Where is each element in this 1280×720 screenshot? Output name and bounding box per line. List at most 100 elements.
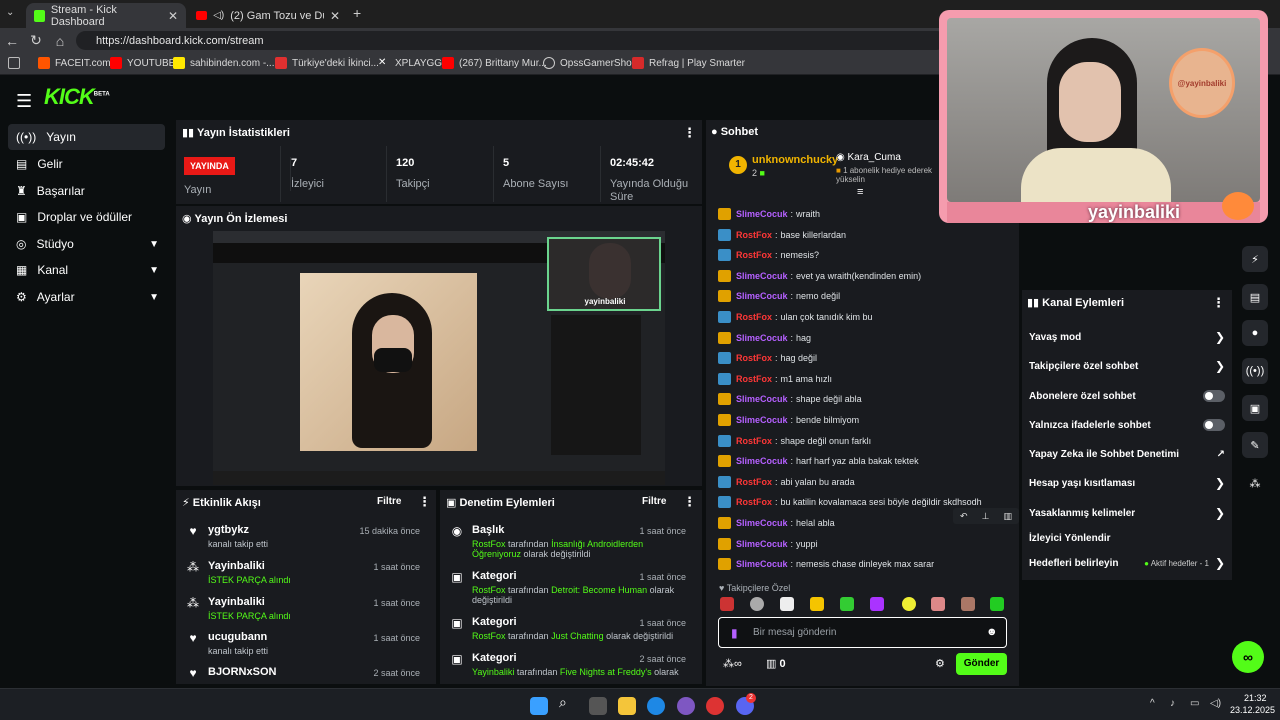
tab-list-icon[interactable]: ⌄ bbox=[6, 7, 14, 18]
sidebar-item-ayarlar[interactable]: ⚙ Ayarlar ▼ bbox=[8, 284, 165, 310]
chat-username[interactable]: SlimeCocuk bbox=[736, 271, 788, 281]
chat-message[interactable]: SlimeCocuk: wraith bbox=[718, 206, 820, 222]
emote-icon[interactable] bbox=[750, 597, 764, 611]
volume-icon[interactable]: ◁) bbox=[1210, 698, 1221, 709]
channel-action-item[interactable]: Takipçilere özel sohbet ❯ bbox=[1029, 359, 1225, 373]
channel-action-item[interactable]: Abonelere özel sohbet bbox=[1029, 389, 1225, 403]
tab-youtube[interactable]: ◁) (2) Gam Tozu ve Dünyanın N... ✕ bbox=[188, 3, 348, 28]
moderation-user[interactable]: RostFox bbox=[472, 631, 506, 641]
moderation-filter-button[interactable]: Filtre bbox=[642, 496, 666, 507]
network-icon[interactable]: ▭ bbox=[1190, 698, 1199, 709]
url-input[interactable]: https://dashboard.kick.com/stream bbox=[76, 31, 946, 50]
tab-kick-dashboard[interactable]: Stream - Kick Dashboard ✕ bbox=[26, 3, 186, 28]
moderation-user[interactable]: RostFox bbox=[472, 585, 506, 595]
toggle-switch[interactable] bbox=[1203, 390, 1225, 402]
channel-action-item[interactable]: Hesap yaşı kısıtlaması ❯ bbox=[1029, 476, 1225, 490]
microphone-tray-icon[interactable]: ♪ bbox=[1170, 698, 1175, 709]
quick-action-clip-icon[interactable]: ▤ bbox=[1242, 284, 1268, 310]
bookmark-refrag[interactable]: Refrag | Play Smarter bbox=[632, 57, 745, 69]
chat-message[interactable]: SlimeCocuk: harf harf yaz abla bakak tek… bbox=[718, 453, 919, 469]
emote-icon[interactable] bbox=[990, 597, 1004, 611]
quick-action-chat-icon[interactable]: ● bbox=[1242, 320, 1268, 346]
chat-message[interactable]: RostFox: hag değil bbox=[718, 350, 817, 366]
kick-logo[interactable]: KICKBETA bbox=[44, 84, 110, 110]
chat-username[interactable]: SlimeCocuk bbox=[736, 559, 788, 569]
activity-user[interactable]: Yayinbaliki bbox=[208, 596, 291, 608]
moderation-user[interactable]: Yayinbaliki bbox=[472, 667, 514, 677]
chat-message[interactable]: SlimeCocuk: helal abla bbox=[718, 515, 835, 531]
stats-menu-icon[interactable]: ⋮ bbox=[683, 125, 696, 141]
quick-action-broadcast-icon[interactable]: ((•)) bbox=[1242, 358, 1268, 384]
bookmark-opssgamershop[interactable]: OpssGamerShop bbox=[543, 57, 637, 69]
new-tab-icon[interactable]: + bbox=[353, 5, 361, 21]
chat-input[interactable]: ▮ Bir mesaj gönderin ☻ bbox=[718, 617, 1007, 648]
channel-actions-menu-icon[interactable]: ⋮ bbox=[1212, 295, 1225, 311]
activity-filter-button[interactable]: Filtre bbox=[377, 496, 401, 507]
chat-message[interactable]: RostFox: bu katilin kovalamaca sesi böyl… bbox=[718, 494, 982, 510]
sidebar-item-droplar[interactable]: ▣ Droplar ve ödüller bbox=[8, 204, 165, 230]
channel-action-item[interactable]: Yavaş mod ❯ bbox=[1029, 330, 1225, 344]
clock-time[interactable]: 21:32 bbox=[1244, 693, 1267, 703]
start-icon[interactable] bbox=[530, 697, 548, 715]
emote-icon[interactable] bbox=[870, 597, 884, 611]
close-tab-icon[interactable]: ✕ bbox=[168, 9, 178, 23]
chat-username[interactable]: SlimeCocuk bbox=[736, 415, 788, 425]
channel-action-item[interactable]: Hedefleri belirleyin ● Aktif hedefler - 1… bbox=[1029, 556, 1225, 570]
chat-message[interactable]: SlimeCocuk: nemesis chase dinleyek max s… bbox=[718, 556, 934, 572]
channel-action-item[interactable]: Yapay Zeka ile Sohbet Denetimi ↗ bbox=[1029, 447, 1225, 461]
chat-username[interactable]: RostFox bbox=[736, 477, 772, 487]
search-icon[interactable]: ⌕ bbox=[559, 694, 577, 712]
home-icon[interactable]: ⌂ bbox=[48, 33, 72, 49]
toggle-switch[interactable] bbox=[1203, 419, 1225, 431]
sidebar-item-basarilar[interactable]: ♜ Başarılar bbox=[8, 178, 165, 204]
sidebar-item-kanal[interactable]: ▦ Kanal ▼ bbox=[8, 257, 165, 283]
rewards-counter[interactable]: ▥ 0 bbox=[766, 657, 786, 670]
chat-message[interactable]: SlimeCocuk: shape değil abla bbox=[718, 391, 862, 407]
bookmark-brittany[interactable]: (267) Brittany Mur... bbox=[442, 57, 547, 69]
sidebar-item-gelir[interactable]: ▤ Gelir bbox=[8, 151, 165, 177]
channel-action-item[interactable]: Yalnızca ifadelerle sohbet bbox=[1029, 418, 1225, 432]
emote-icon[interactable] bbox=[780, 597, 794, 611]
bookmark-xplaygg[interactable]: ✕ XPLAYGG bbox=[378, 57, 442, 69]
chat-username[interactable]: RostFox bbox=[736, 374, 772, 384]
chat-username[interactable]: SlimeCocuk bbox=[736, 291, 788, 301]
chat-collapse-icon[interactable]: ≡ bbox=[857, 186, 863, 198]
moderation-menu-icon[interactable]: ⋮ bbox=[683, 494, 696, 510]
activity-user[interactable]: ygtbykz bbox=[208, 524, 268, 536]
activity-user[interactable]: ucugubann bbox=[208, 631, 268, 643]
send-button[interactable]: Gönder bbox=[956, 653, 1007, 675]
chat-username[interactable]: RostFox bbox=[736, 353, 772, 363]
back-icon[interactable]: ← bbox=[0, 33, 24, 49]
support-button[interactable]: ∞ bbox=[1232, 641, 1264, 673]
close-tab-icon[interactable]: ✕ bbox=[330, 9, 340, 23]
chat-message[interactable]: RostFox: ulan çok tanıdık kim bu bbox=[718, 309, 873, 325]
file-explorer-icon[interactable] bbox=[618, 697, 636, 715]
activity-user[interactable]: Yayinbaliki bbox=[208, 560, 291, 572]
bookmark-sahibinden[interactable]: sahibinden.com -... bbox=[173, 57, 275, 69]
chat-settings-icon[interactable]: ⚙ bbox=[935, 657, 945, 670]
chat-message[interactable]: RostFox: shape değil onun farklı bbox=[718, 433, 871, 449]
emote-icon[interactable] bbox=[931, 597, 945, 611]
chat-username[interactable]: SlimeCocuk bbox=[736, 209, 788, 219]
chat-message[interactable]: SlimeCocuk: nemo değil bbox=[718, 288, 840, 304]
chat-username[interactable]: SlimeCocuk bbox=[736, 518, 788, 528]
quick-action-layout-icon[interactable]: ▣ bbox=[1242, 395, 1268, 421]
emote-icon[interactable] bbox=[902, 597, 916, 611]
channel-action-item[interactable]: İzleyici Yönlendir bbox=[1029, 531, 1225, 545]
reload-icon[interactable]: ↻ bbox=[24, 32, 48, 49]
chat-username[interactable]: RostFox bbox=[736, 436, 772, 446]
microphone-icon[interactable]: ▮ bbox=[731, 626, 738, 640]
points-icon[interactable]: ⁂∞ bbox=[723, 657, 742, 670]
emote-icon[interactable] bbox=[961, 597, 975, 611]
chat-username[interactable]: SlimeCocuk bbox=[736, 539, 788, 549]
chat-message[interactable]: RostFox: base killerlardan bbox=[718, 227, 846, 243]
chat-username[interactable]: SlimeCocuk bbox=[736, 333, 788, 343]
tab-search-icon[interactable] bbox=[8, 57, 20, 69]
moderation-user[interactable]: RostFox bbox=[472, 539, 506, 549]
chat-message[interactable]: SlimeCocuk: evet ya wraith(kendinden emi… bbox=[718, 268, 921, 284]
chat-message[interactable]: RostFox: m1 ama hızlı bbox=[718, 371, 832, 387]
activity-user[interactable]: BJORNxSON bbox=[208, 666, 276, 678]
sidebar-item-yayin[interactable]: ((•)) Yayın bbox=[8, 124, 165, 150]
chat-message[interactable]: RostFox: nemesis? bbox=[718, 247, 819, 263]
channel-action-item[interactable]: Yasaklanmış kelimeler ❯ bbox=[1029, 506, 1225, 520]
